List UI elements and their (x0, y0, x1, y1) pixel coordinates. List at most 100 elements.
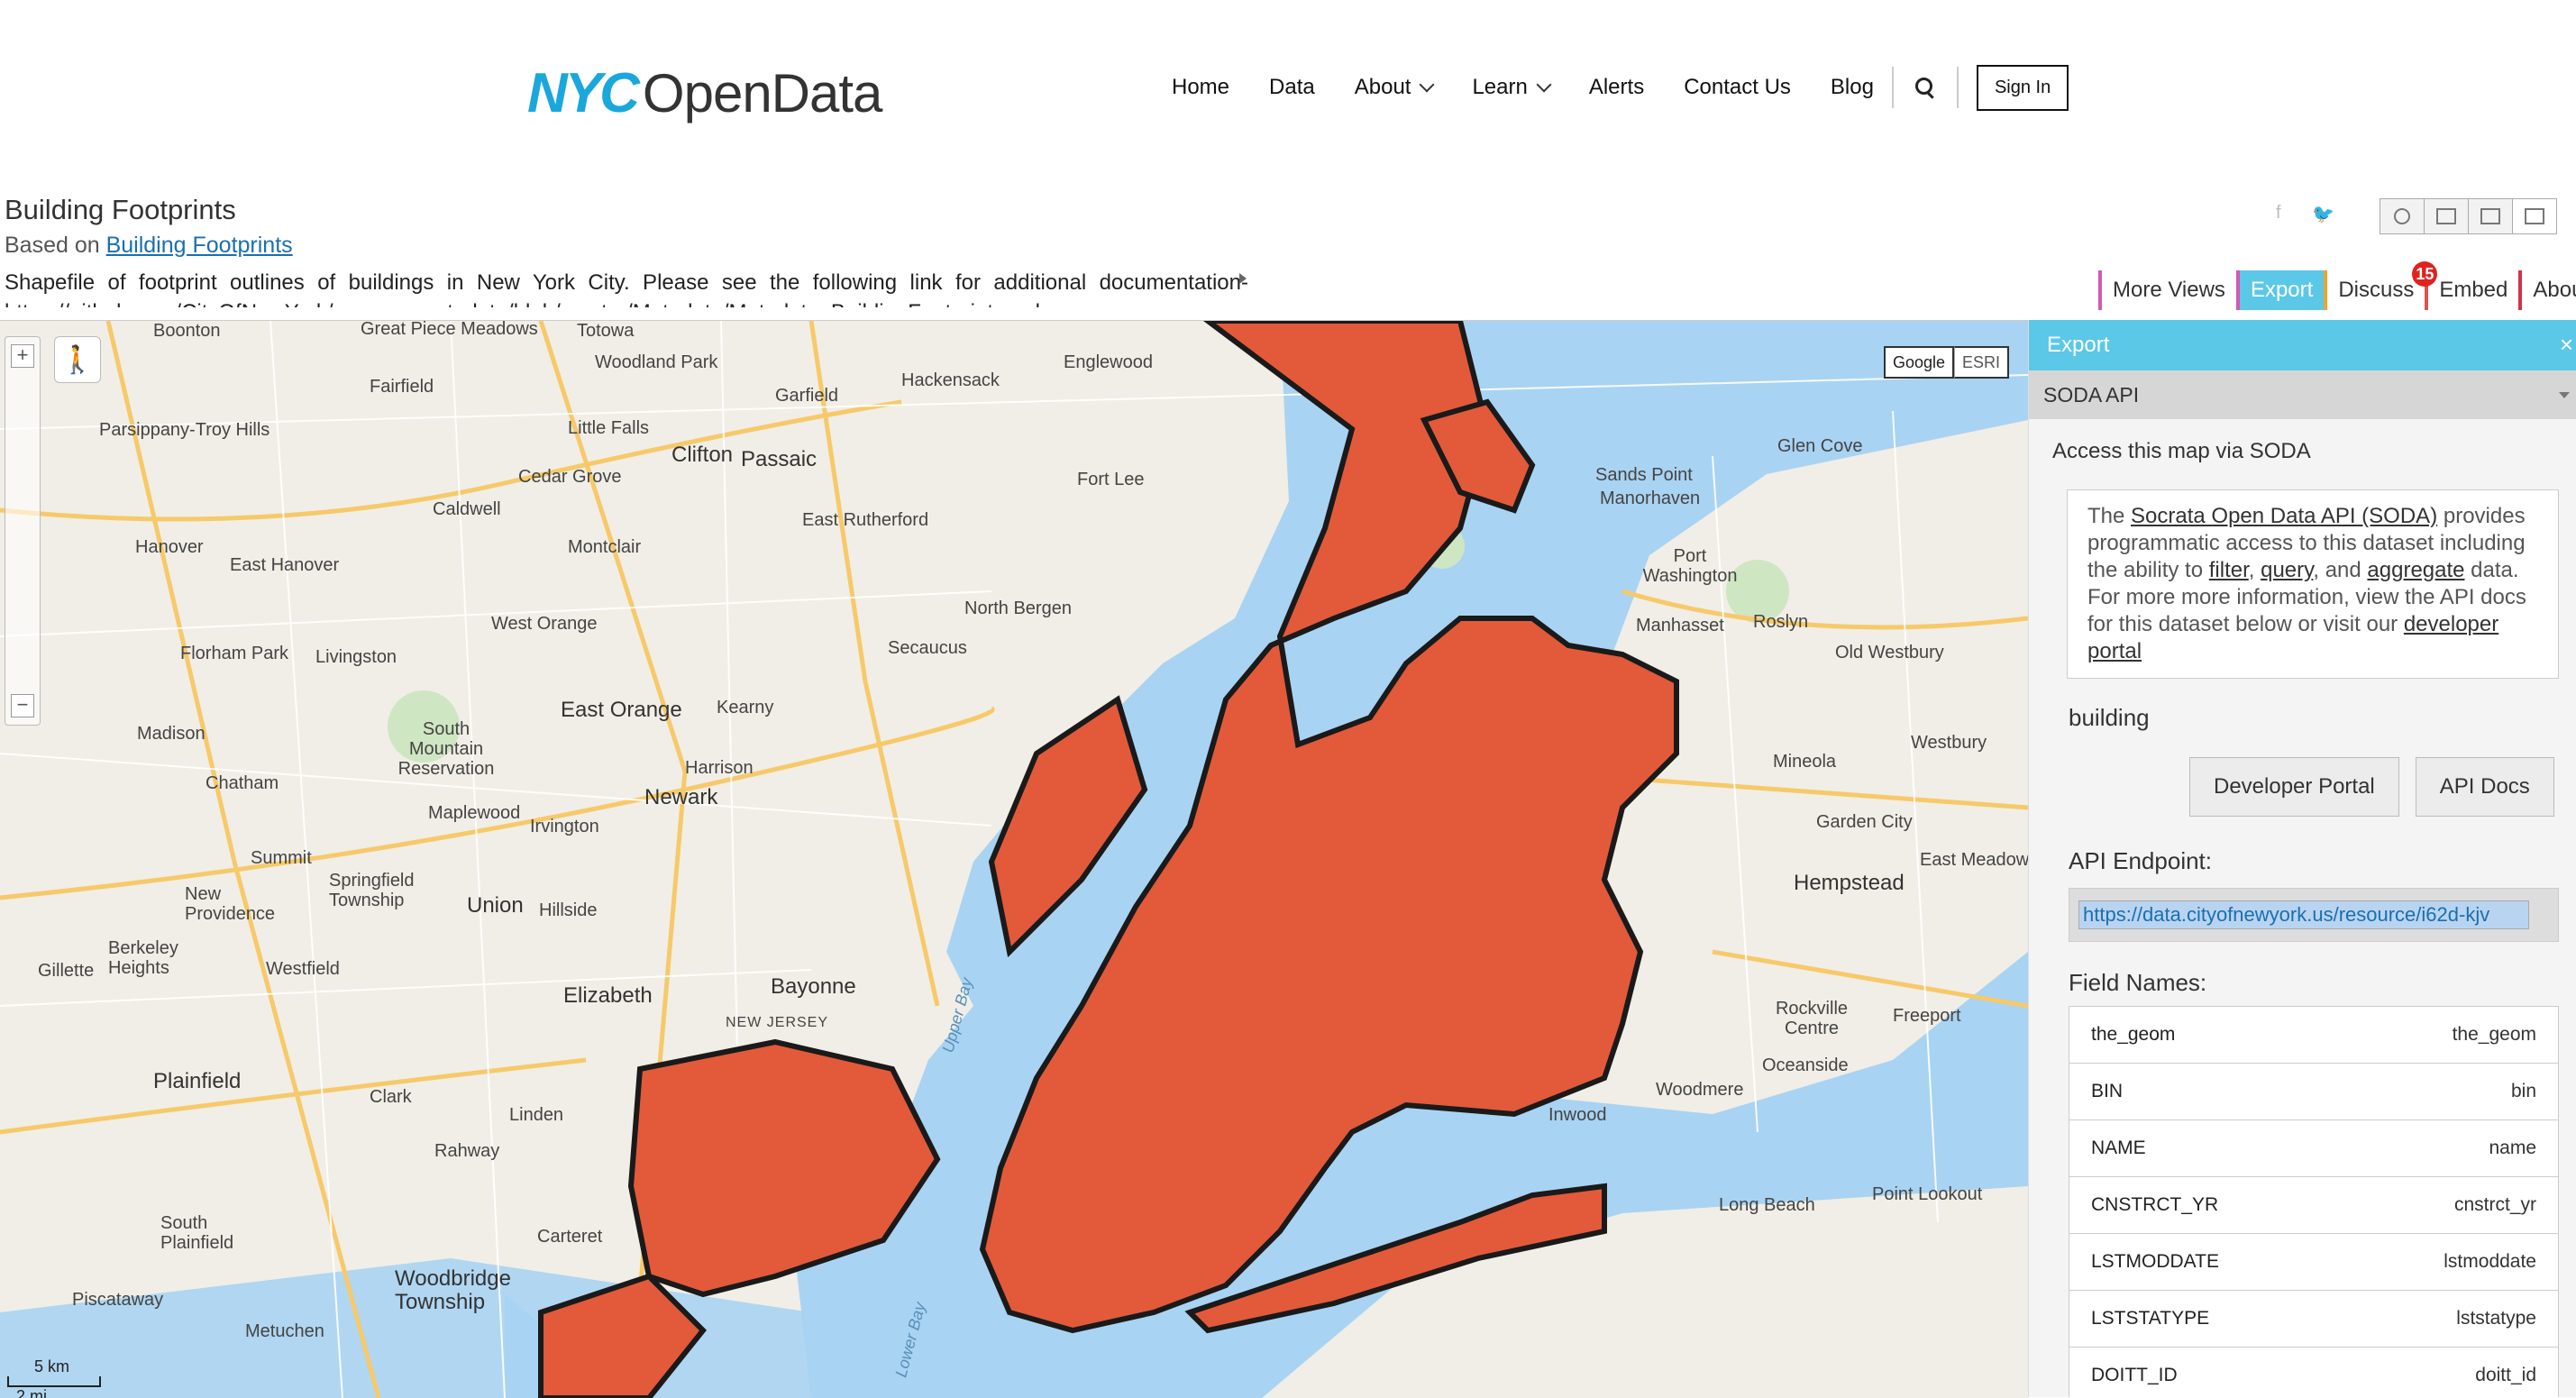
soda-doc-link[interactable]: query (2261, 558, 2313, 582)
nav-about-label: About (1354, 75, 1411, 99)
map-label: Glen Cove (1777, 436, 1863, 456)
map-label: Caldwell (433, 499, 501, 519)
soda-doc-link[interactable]: filter (2209, 558, 2249, 582)
grid-view-icon[interactable] (2425, 199, 2469, 233)
nav-alerts[interactable]: Alerts (1589, 75, 1644, 100)
page-view-icon[interactable] (2513, 199, 2556, 233)
map-label: Berkeley Heights (108, 938, 178, 978)
zoom-control: + − (5, 336, 41, 726)
top-navigation: NYC OpenData Home Data About Learn Alert… (0, 0, 2576, 176)
map-scale: 5 km 2 mi (7, 1357, 101, 1398)
api-endpoint-field[interactable] (2078, 900, 2529, 929)
nav-about[interactable]: About (1354, 75, 1435, 100)
field-names-label: Field Names: (2069, 969, 2207, 996)
map-label: Fairfield (370, 377, 434, 397)
map-label: Old Westbury (1835, 643, 1944, 662)
nav-home[interactable]: Home (1172, 75, 1229, 100)
tab-embed[interactable]: 15 Embed (2412, 261, 2519, 310)
map-label: Florham Park (180, 644, 289, 663)
map-label: Bayonne (771, 974, 856, 999)
google-basemap-button[interactable]: Google (1884, 346, 1955, 379)
view-switcher (2380, 198, 2557, 234)
map-label: Union (467, 893, 524, 918)
map-label: East Rutherford (802, 510, 929, 530)
map-label: Woodland Park (595, 352, 718, 372)
map-label: South Plainfield (160, 1213, 234, 1253)
developer-portal-button[interactable]: Developer Portal (2189, 757, 2399, 817)
twitter-icon[interactable]: 🐦 (2312, 203, 2334, 225)
scale-mi: 2 mi (16, 1387, 48, 1398)
map-label: South Mountain Reservation (397, 719, 495, 779)
logo-nyc-text: NYC (527, 61, 640, 124)
map-label: Cedar Grove (518, 467, 622, 487)
discuss-count-badge: 15 (2412, 261, 2438, 287)
field-api-name: the_geom (2452, 1024, 2536, 1045)
map-label: Harrison (685, 758, 754, 778)
map-label: Rockville Centre (1775, 999, 1849, 1038)
based-on-link[interactable]: Building Footprints (106, 233, 293, 258)
field-api-name: lststatype (2456, 1308, 2536, 1329)
panel-header: Export × (2029, 320, 2576, 370)
esri-basemap-button[interactable]: ESRI (1954, 346, 2010, 379)
map-label: Hillside (539, 900, 598, 920)
map-label: Freeport (1893, 1006, 1961, 1026)
map-label: Fort Lee (1077, 470, 1145, 489)
based-on-prefix: Based on (5, 233, 106, 258)
zoom-in-button[interactable]: + (11, 344, 34, 368)
map-canvas[interactable]: Boonton Great Piece Meadows Totowa Woodl… (0, 320, 2028, 1398)
api-buttons: Developer Portal API Docs (2189, 757, 2576, 817)
map-label: Piscataway (72, 1290, 164, 1310)
map-label: Totowa (577, 321, 635, 341)
map-view-icon[interactable] (2380, 199, 2425, 233)
zoom-out-button[interactable]: − (11, 694, 34, 717)
nav-home-label: Home (1172, 75, 1230, 99)
pegman-icon[interactable]: 🚶 (54, 336, 101, 383)
map-label: Garden City (1816, 812, 1913, 832)
nav-blog[interactable]: Blog (1831, 75, 1874, 100)
close-icon[interactable]: × (2560, 331, 2573, 359)
nav-blog-label: Blog (1830, 75, 1874, 99)
soda-doc-link[interactable]: Socrata Open Data API (SODA) (2131, 504, 2437, 528)
nav-data-label: Data (1269, 75, 1315, 99)
dataset-title: Building Footprints (5, 194, 236, 225)
tab-discuss[interactable]: Discuss (2324, 270, 2425, 310)
map-label: Point Lookout (1872, 1184, 1983, 1204)
map-label: Linden (509, 1105, 564, 1125)
tab-export-label: Export (2250, 278, 2314, 302)
field-row: NAME name (2069, 1120, 2558, 1177)
list-view-icon[interactable] (2469, 199, 2513, 233)
field-api-name: lstmoddate (2444, 1251, 2536, 1272)
dataset-description: Shapefile of footprint outlines of build… (5, 270, 1248, 307)
map-label: East Hanover (230, 555, 340, 575)
soda-api-section-header[interactable]: SODA API (2029, 370, 2576, 419)
api-docs-button[interactable]: API Docs (2415, 757, 2554, 817)
map-label: Mineola (1773, 752, 1837, 772)
soda-desc-text: , and (2313, 558, 2368, 582)
field-name: LSTMODDATE (2091, 1251, 2219, 1272)
export-panel: Export × SODA API Access this map via SO… (2028, 320, 2576, 1397)
tab-about[interactable]: About (2518, 270, 2576, 310)
field-names-table: the_geom the_geom BIN bin NAME name CNSTRCT_YR… (2069, 1006, 2559, 1397)
nav-learn[interactable]: Learn (1472, 75, 1552, 100)
map-label: East Orange (561, 698, 682, 722)
tab-export[interactable]: Export (2235, 270, 2325, 310)
logo-opendata-text: OpenData (642, 62, 883, 123)
nav-data[interactable]: Data (1269, 75, 1315, 100)
tab-embed-label: Embed (2439, 278, 2508, 302)
facebook-icon[interactable]: f (2276, 203, 2281, 224)
soda-doc-link[interactable]: aggregate (2367, 558, 2464, 582)
map-label: West Orange (491, 614, 598, 634)
field-name: LSTSTATYPE (2091, 1308, 2210, 1329)
nyc-opendata-logo[interactable]: NYC OpenData (527, 61, 882, 124)
expand-description-icon[interactable] (1239, 273, 1247, 284)
search-icon[interactable] (1912, 74, 1939, 101)
tab-more-views[interactable]: More Views (2098, 270, 2236, 310)
scale-bar (7, 1376, 101, 1387)
sign-in-button[interactable]: Sign In (1976, 64, 2069, 111)
map-label: Rahway (434, 1141, 500, 1161)
map-label: NEW JERSEY (726, 1015, 829, 1030)
nav-contact-us[interactable]: Contact Us (1684, 75, 1791, 100)
map-label: Springfield Township (329, 871, 415, 910)
pane-tabs: More Views Export Discuss 15Embed About (2098, 261, 2576, 310)
nav-divider (1956, 67, 1959, 108)
